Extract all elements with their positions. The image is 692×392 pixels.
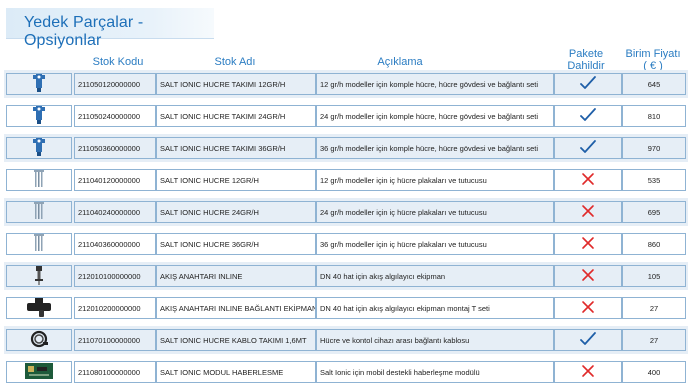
checkmark-icon <box>580 332 596 348</box>
table-row: 211040120000000 SALT IONIC HUCRE 12GR/H 12… <box>4 166 688 194</box>
stock-code: 211040240000000 <box>74 201 156 223</box>
stock-name: SALT IONIC MODUL HABERLESME <box>156 361 316 383</box>
product-image <box>6 201 72 223</box>
stock-code: 211070100000000 <box>74 329 156 351</box>
stock-name: SALT IONIC HUCRE 24GR/H <box>156 201 316 223</box>
cross-icon <box>581 204 595 220</box>
unit-price: 860 <box>622 233 686 255</box>
description: Hücre ve kontol cihazı arası bağlantı ka… <box>316 329 554 351</box>
included-cell <box>554 233 622 255</box>
stock-name: AKIŞ ANAHTARI INLINE BAĞLANTI EKİPMANI <box>156 297 316 319</box>
cross-icon <box>581 236 595 252</box>
stock-code: 211050120000000 <box>74 73 156 95</box>
cable-icon <box>28 330 50 350</box>
included-cell <box>554 137 622 159</box>
description: 36 gr/h modeller için iç hücre plakaları… <box>316 233 554 255</box>
stock-name: SALT IONIC HUCRE 36GR/H <box>156 233 316 255</box>
cross-icon <box>581 300 595 316</box>
stock-code: 211040360000000 <box>74 233 156 255</box>
header-price-line1: Birim Fiyatı <box>625 48 681 60</box>
checkmark-icon <box>580 76 596 92</box>
unit-price: 970 <box>622 137 686 159</box>
complete-cell-icon <box>28 138 50 158</box>
included-cell <box>554 265 622 287</box>
stock-name: AKIŞ ANAHTARI INLINE <box>156 265 316 287</box>
description: 12 gr/h modeller için iç hücre plakaları… <box>316 169 554 191</box>
product-image <box>6 73 72 95</box>
cross-icon <box>581 268 595 284</box>
product-image <box>6 297 72 319</box>
description: 24 gr/h modeller için iç hücre plakaları… <box>316 201 554 223</box>
stock-name: SALT IONIC HUCRE TAKIMI 24GR/H <box>156 105 316 127</box>
product-image <box>6 169 72 191</box>
unit-price: 810 <box>622 105 686 127</box>
table-row: 212010200000000 AKIŞ ANAHTARI INLINE BAĞL… <box>4 294 688 322</box>
unit-price: 105 <box>622 265 686 287</box>
circuit-board-icon <box>24 362 54 382</box>
stock-code: 212010200000000 <box>74 297 156 319</box>
inner-cell-icon <box>28 234 50 254</box>
checkmark-icon <box>580 108 596 124</box>
included-cell <box>554 73 622 95</box>
stock-code: 212010100000000 <box>74 265 156 287</box>
description: Salt Ionic için mobil destekli haberleşm… <box>316 361 554 383</box>
included-cell <box>554 105 622 127</box>
table-row: 211070100000000 SALT IONIC HUCRE KABLO TA… <box>4 326 688 354</box>
product-image <box>6 137 72 159</box>
included-cell <box>554 201 622 223</box>
table-row: 211080100000000 SALT IONIC MODUL HABERLES… <box>4 358 688 386</box>
unit-price: 695 <box>622 201 686 223</box>
product-image <box>6 329 72 351</box>
table-row: 211050120000000 SALT IONIC HUCRE TAKIMI 1… <box>4 70 688 98</box>
unit-price: 535 <box>622 169 686 191</box>
flow-switch-icon <box>28 266 50 286</box>
header-desc: Açıklama <box>377 56 423 68</box>
description: 24 gr/h modeller için komple hücre, hücr… <box>316 105 554 127</box>
table-row: 211050360000000 SALT IONIC HUCRE TAKIMI 3… <box>4 134 688 162</box>
product-image <box>6 265 72 287</box>
header-code: Stok Kodu <box>92 56 144 68</box>
table-row: 211040360000000 SALT IONIC HUCRE 36GR/H 36… <box>4 230 688 258</box>
description: 12 gr/h modeller için komple hücre, hücr… <box>316 73 554 95</box>
page-title: Yedek Parçalar - Opsiyonlar <box>24 14 144 49</box>
section-title-bar: Yedek Parçalar - Opsiyonlar <box>6 8 214 49</box>
unit-price: 27 <box>622 329 686 351</box>
inner-cell-icon <box>28 170 50 190</box>
inner-cell-icon <box>28 202 50 222</box>
table-row: 211050240000000 SALT IONIC HUCRE TAKIMI 2… <box>4 102 688 130</box>
stock-code: 211050240000000 <box>74 105 156 127</box>
header-included-line1: Pakete <box>568 48 604 60</box>
stock-code: 211050360000000 <box>74 137 156 159</box>
included-cell <box>554 297 622 319</box>
header-name: Stok Adı <box>214 56 256 68</box>
cross-icon <box>581 172 595 188</box>
unit-price: 645 <box>622 73 686 95</box>
included-cell <box>554 361 622 383</box>
stock-name: SALT IONIC HUCRE TAKIMI 36GR/H <box>156 137 316 159</box>
unit-price: 400 <box>622 361 686 383</box>
stock-code: 211080100000000 <box>74 361 156 383</box>
complete-cell-icon <box>28 106 50 126</box>
description: DN 40 hat için akış algılayıcı ekipman m… <box>316 297 554 319</box>
cross-icon <box>581 364 595 380</box>
included-cell <box>554 329 622 351</box>
stock-name: SALT IONIC HUCRE KABLO TAKIMI 1,6MT <box>156 329 316 351</box>
table-row: 212010100000000 AKIŞ ANAHTARI INLINE DN 40… <box>4 262 688 290</box>
product-image <box>6 361 72 383</box>
table-row: 211040240000000 SALT IONIC HUCRE 24GR/H 24… <box>4 198 688 226</box>
unit-price: 27 <box>622 297 686 319</box>
product-image <box>6 105 72 127</box>
checkmark-icon <box>580 140 596 156</box>
description: DN 40 hat için akış algılayıcı ekipman <box>316 265 554 287</box>
tee-fitting-icon <box>26 298 52 318</box>
complete-cell-icon <box>28 74 50 94</box>
stock-name: SALT IONIC HUCRE 12GR/H <box>156 169 316 191</box>
stock-code: 211040120000000 <box>74 169 156 191</box>
product-image <box>6 233 72 255</box>
included-cell <box>554 169 622 191</box>
description: 36 gr/h modeller için komple hücre, hücr… <box>316 137 554 159</box>
stock-name: SALT IONIC HUCRE TAKIMI 12GR/H <box>156 73 316 95</box>
